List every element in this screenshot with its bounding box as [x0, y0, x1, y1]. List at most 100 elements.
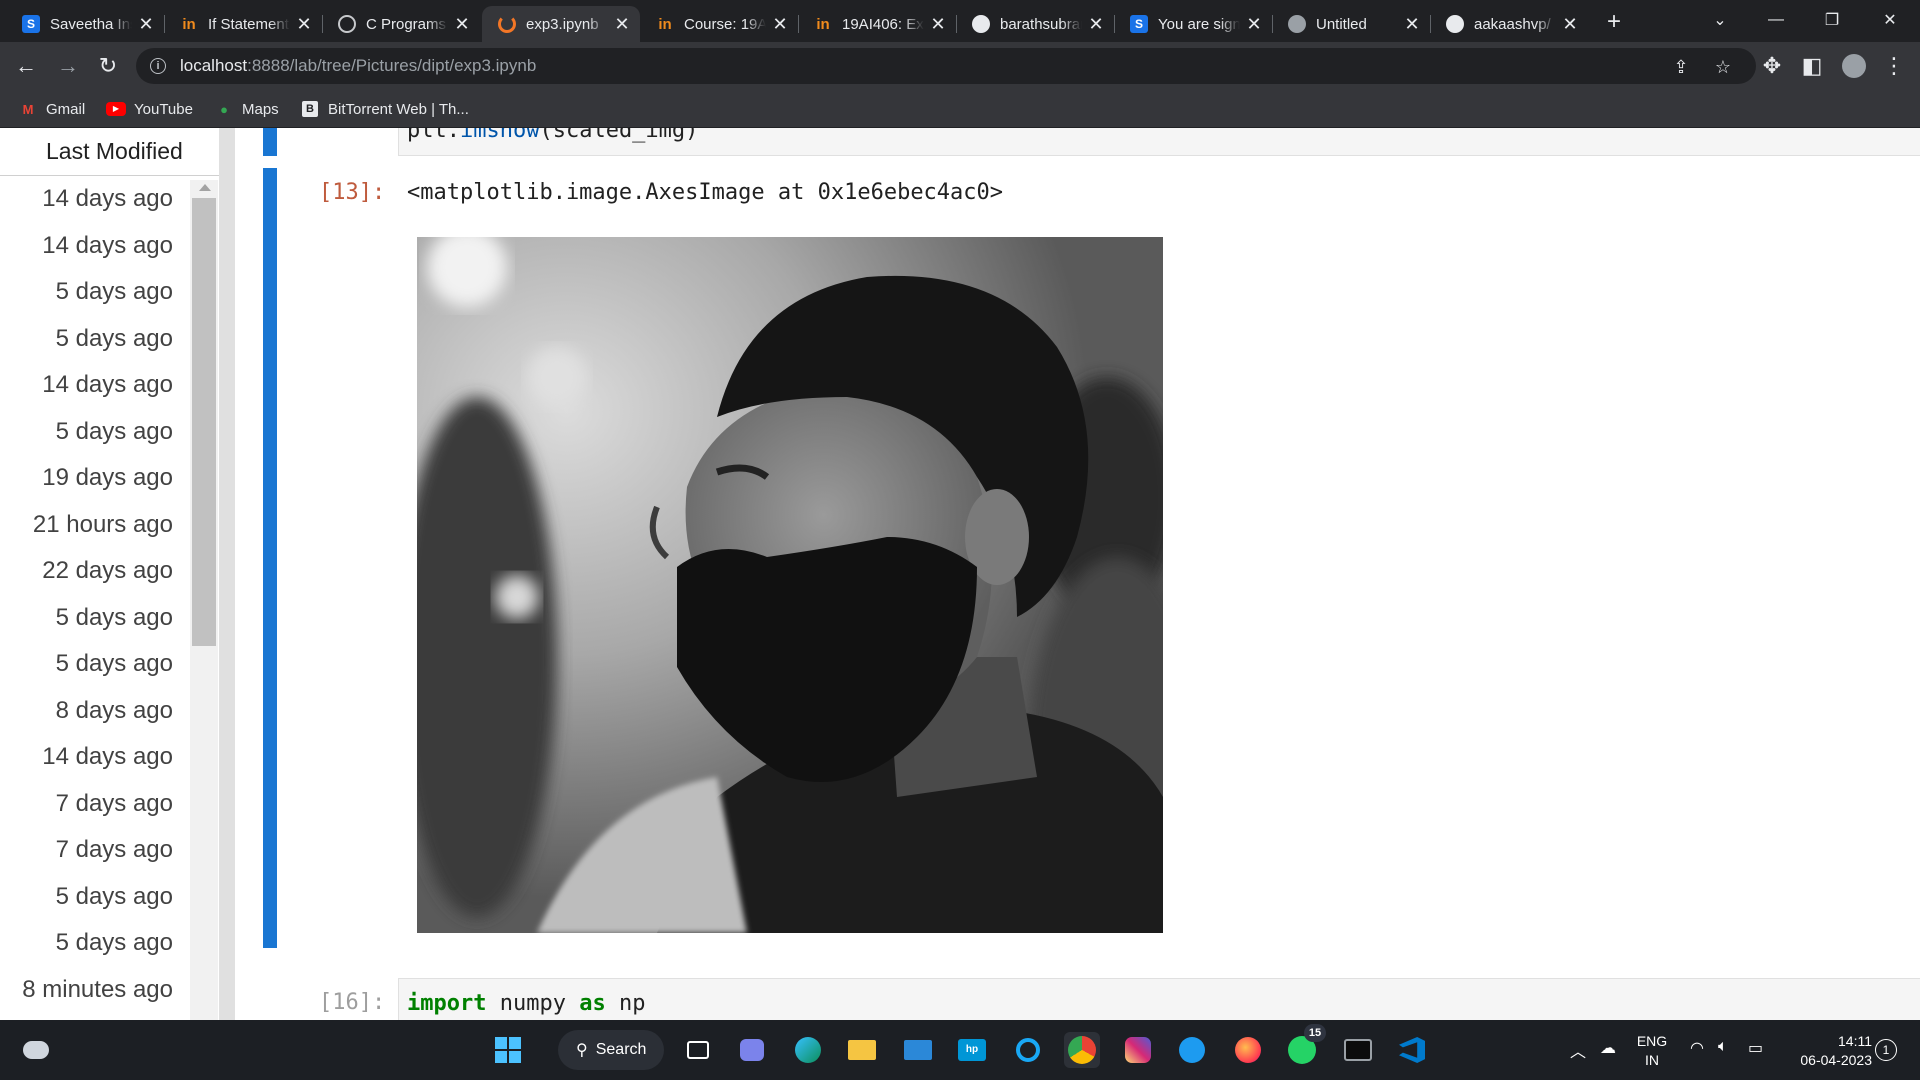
forward-arrow-icon[interactable]: →: [52, 50, 84, 82]
tab-you-are-signed[interactable]: S You are signed ✕: [1114, 6, 1273, 42]
bookmark-bittorrent[interactable]: B BitTorrent Web | Th...: [300, 98, 469, 120]
last-modified-column-header[interactable]: Last Modified: [0, 128, 219, 176]
extensions-puzzle-icon[interactable]: ✥: [1756, 50, 1788, 82]
tab-c-programs[interactable]: C Programs ✕: [322, 6, 480, 42]
system-clock[interactable]: 14:11 06-04-2023: [1782, 1032, 1872, 1070]
bookmark-youtube[interactable]: ▶ YouTube: [106, 98, 193, 120]
close-icon[interactable]: ✕: [1560, 14, 1580, 34]
weather-icon[interactable]: [18, 1032, 54, 1068]
file-list-item-modified[interactable]: 14 days ago: [0, 176, 190, 223]
notebook-panel: plt.imshow(scaled_img) [13]: <matplotlib…: [235, 128, 1920, 1020]
close-icon[interactable]: ✕: [1086, 14, 1106, 34]
close-icon[interactable]: ✕: [770, 14, 790, 34]
file-list-item-modified[interactable]: 5 days ago: [0, 920, 190, 967]
back-arrow-icon[interactable]: ←: [10, 50, 42, 82]
tab-if-statement[interactable]: in If Statement ✕: [164, 6, 323, 42]
minimize-button[interactable]: —: [1748, 0, 1804, 40]
volume-icon[interactable]: 🔈︎: [1718, 1038, 1728, 1056]
bookmark-star-icon[interactable]: ☆: [1712, 56, 1734, 78]
browser-menu-icon[interactable]: ⋮: [1878, 50, 1910, 82]
tab-saveetha[interactable]: S Saveetha Institute ✕: [6, 6, 165, 42]
teams-chat-icon[interactable]: [734, 1032, 770, 1068]
github-icon: [1446, 15, 1464, 33]
share-icon[interactable]: ⇪: [1670, 56, 1692, 78]
close-icon[interactable]: ✕: [612, 14, 632, 34]
file-explorer-icon[interactable]: [844, 1032, 880, 1068]
file-list-item-modified[interactable]: 8 minutes ago: [0, 967, 190, 1014]
file-list-item-modified[interactable]: 21 hours ago: [0, 502, 190, 549]
file-list-item-modified[interactable]: 5 days ago: [0, 409, 190, 456]
reload-icon[interactable]: ↻: [92, 50, 124, 82]
file-list-scrollbar[interactable]: [190, 180, 218, 1020]
file-list-item-modified[interactable]: 5 days ago: [0, 316, 190, 363]
edge-icon[interactable]: [790, 1032, 826, 1068]
scrollbar-thumb[interactable]: [192, 198, 216, 646]
codechef-icon: in: [658, 15, 672, 33]
notification-center-icon[interactable]: 1: [1875, 1039, 1897, 1061]
new-tab-button[interactable]: +: [1600, 8, 1628, 36]
file-list-item-modified[interactable]: 22 days ago: [0, 548, 190, 595]
site-info-icon[interactable]: i: [150, 58, 166, 74]
taskbar-search-button[interactable]: ⚲ Search: [558, 1030, 664, 1070]
bookmark-gmail[interactable]: M Gmail: [18, 98, 86, 120]
code-cell-input[interactable]: import numpy as np: [398, 978, 1920, 1020]
tab-github-barathsubramani[interactable]: barathsubramani ✕: [956, 6, 1115, 42]
file-list-item-modified[interactable]: 5 days ago: [0, 641, 190, 688]
file-list-item-modified[interactable]: 14 days ago: [0, 223, 190, 270]
tab-github-aakaashvp[interactable]: aakaashvp/ ✕: [1430, 6, 1588, 42]
wifi-icon[interactable]: ◠: [1690, 1038, 1704, 1058]
windows-start-icon[interactable]: [490, 1032, 526, 1068]
restore-button[interactable]: ❐: [1804, 0, 1860, 40]
bookmark-maps[interactable]: ● Maps: [214, 98, 279, 120]
file-list-item-modified[interactable]: 19 days ago: [0, 455, 190, 502]
file-list-item-modified[interactable]: 7 days ago: [0, 827, 190, 874]
tab-search-chevron-icon[interactable]: ⌄: [1692, 0, 1748, 40]
firefox-icon[interactable]: [1230, 1032, 1266, 1068]
url-text[interactable]: localhost:8888/lab/tree/Pictures/dipt/ex…: [180, 56, 536, 76]
bookmark-label: BitTorrent Web | Th...: [328, 100, 469, 118]
next-cell-collapser[interactable]: [263, 978, 277, 1020]
file-list-item-modified[interactable]: 5 days ago: [0, 269, 190, 316]
address-bar[interactable]: i localhost:8888/lab/tree/Pictures/dipt/…: [136, 48, 1756, 84]
cortana-icon[interactable]: [1010, 1032, 1046, 1068]
close-icon[interactable]: ✕: [1402, 14, 1422, 34]
panel-splitter[interactable]: [219, 128, 235, 1020]
chrome-icon[interactable]: [1064, 1032, 1100, 1068]
file-list-item-modified[interactable]: 14 days ago: [0, 362, 190, 409]
chatgpt-icon: [338, 15, 356, 33]
battery-icon[interactable]: ▭: [1748, 1038, 1763, 1058]
mail-icon[interactable]: [900, 1032, 936, 1068]
code-cell-input[interactable]: plt.imshow(scaled_img): [398, 128, 1920, 156]
tab-19ai406-exp[interactable]: in 19AI406: Exp ✕: [798, 6, 957, 42]
hp-support-icon[interactable]: hp: [954, 1032, 990, 1068]
scroll-up-arrow-icon[interactable]: [199, 184, 211, 191]
tab-exp3-ipynb[interactable]: exp3.ipynb ✕: [482, 6, 640, 42]
instagram-icon[interactable]: [1120, 1032, 1156, 1068]
output-collapser[interactable]: [263, 168, 277, 948]
whatsapp-icon[interactable]: 15: [1284, 1024, 1326, 1068]
tab-untitled[interactable]: Untitled ✕: [1272, 6, 1431, 42]
side-panel-icon[interactable]: ◧: [1796, 50, 1828, 82]
close-icon[interactable]: ✕: [452, 14, 472, 34]
vscode-icon[interactable]: [1394, 1032, 1430, 1068]
close-icon[interactable]: ✕: [294, 14, 314, 34]
close-icon[interactable]: ✕: [1244, 14, 1264, 34]
file-list-item-modified[interactable]: 5 days ago: [0, 595, 190, 642]
file-list-item-modified[interactable]: 8 days ago: [0, 688, 190, 735]
input-collapser[interactable]: [263, 128, 277, 156]
twitter-icon[interactable]: [1174, 1032, 1210, 1068]
input-language-indicator[interactable]: ENG IN: [1632, 1032, 1672, 1070]
terminal-icon[interactable]: [1340, 1032, 1376, 1068]
onedrive-icon[interactable]: ☁: [1600, 1038, 1616, 1058]
search-icon: ⚲: [576, 1042, 588, 1059]
close-icon[interactable]: ✕: [928, 14, 948, 34]
close-window-button[interactable]: ✕: [1862, 0, 1918, 40]
tab-course-19ai406[interactable]: in Course: 19AI406 ✕: [640, 6, 799, 42]
task-view-icon[interactable]: [680, 1032, 716, 1068]
file-list-item-modified[interactable]: 5 days ago: [0, 874, 190, 921]
close-icon[interactable]: ✕: [136, 14, 156, 34]
file-list-item-modified[interactable]: 14 days ago: [0, 734, 190, 781]
show-hidden-icons-chevron-icon[interactable]: ︿: [1570, 1038, 1586, 1062]
profile-avatar[interactable]: [1838, 50, 1870, 82]
file-list-item-modified[interactable]: 7 days ago: [0, 781, 190, 828]
